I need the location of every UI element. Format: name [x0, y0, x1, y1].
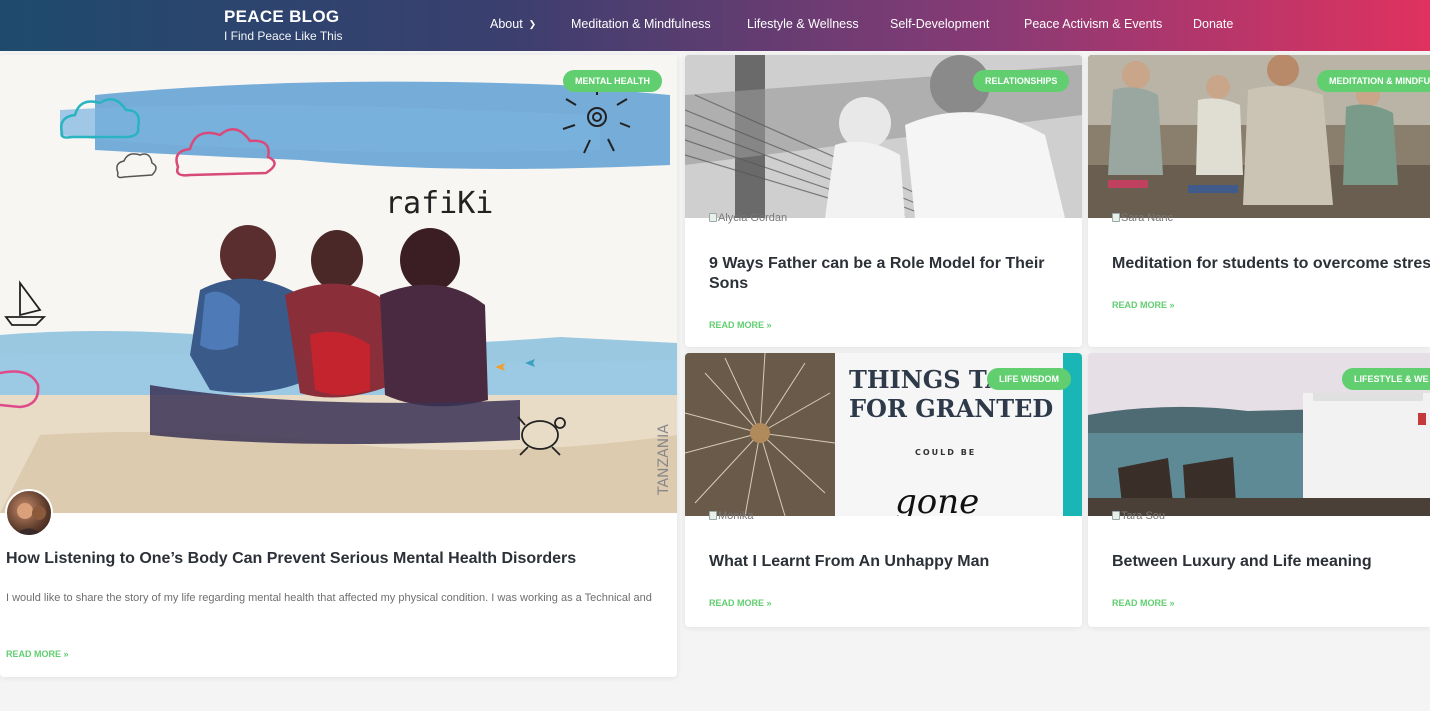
- category-badge[interactable]: LIFESTYLE & WE: [1342, 368, 1430, 390]
- nav-item-about[interactable]: About ❯: [490, 17, 536, 31]
- nav-item-label: About: [490, 17, 523, 31]
- category-badge[interactable]: MENTAL HEALTH: [563, 70, 662, 92]
- nav-item-lifestyle[interactable]: Lifestyle & Wellness: [747, 17, 859, 31]
- post-title[interactable]: 9 Ways Father can be a Role Model for Th…: [709, 254, 1059, 294]
- read-more-link[interactable]: READ MORE »: [709, 320, 772, 330]
- post-card[interactable]: LIFESTYLE & WE Tara Sou Between Luxury a…: [1088, 353, 1430, 627]
- illustration-side-text: TANZANIA: [656, 424, 672, 496]
- featured-illustration: rafiKi TANZANIA: [0, 81, 677, 513]
- nav-item-meditation[interactable]: Meditation & Mindfulness: [571, 17, 711, 31]
- nav-item-donate[interactable]: Donate: [1193, 17, 1233, 31]
- author-alt-text: Alycia Gordan: [718, 212, 788, 224]
- author-alt-text: Sara Nanc: [1121, 212, 1173, 224]
- post-title[interactable]: Between Luxury and Life meaning: [1112, 552, 1422, 572]
- image-text-line4: gone: [895, 482, 979, 516]
- post-title[interactable]: What I Learnt From An Unhappy Man: [709, 552, 1059, 572]
- post-card[interactable]: RELATIONSHIPS Alycia Gordan 9 Ways Fathe…: [685, 55, 1082, 347]
- site-tagline: I Find Peace Like This: [224, 29, 343, 43]
- post-excerpt: I would like to share the story of my li…: [6, 592, 652, 604]
- broken-image-icon: [709, 511, 717, 520]
- author-avatar[interactable]: Tara Sou: [1112, 510, 1165, 522]
- nav-item-peace-activism[interactable]: Peace Activism & Events: [1024, 17, 1162, 31]
- site-title[interactable]: PEACE BLOG: [224, 7, 343, 27]
- category-badge[interactable]: MEDITATION & MINDFU: [1317, 70, 1430, 92]
- post-title[interactable]: Meditation for students to overcome stre…: [1112, 254, 1430, 274]
- post-card[interactable]: MEDITATION & MINDFU Sara Nanc Meditation…: [1088, 55, 1430, 347]
- author-alt-text: Tara Sou: [1121, 510, 1166, 522]
- category-badge[interactable]: LIFE WISDOM: [987, 368, 1071, 390]
- author-avatar[interactable]: Sara Nanc: [1112, 212, 1173, 224]
- category-badge[interactable]: RELATIONSHIPS: [973, 70, 1070, 92]
- image-text-line2: FOR GRANTED: [849, 394, 1053, 423]
- brand[interactable]: PEACE BLOG I Find Peace Like This: [224, 7, 343, 43]
- site-header: PEACE BLOG I Find Peace Like This About ❯…: [0, 0, 1430, 51]
- featured-post-image[interactable]: rafiKi TANZANIA: [0, 55, 677, 513]
- read-more-link[interactable]: READ MORE »: [1112, 300, 1175, 310]
- image-text-line1: THINGS TA: [849, 365, 1004, 394]
- read-more-link[interactable]: READ MORE »: [709, 598, 772, 608]
- broken-image-icon: [1112, 511, 1120, 520]
- illustration-text: rafiKi: [385, 186, 493, 221]
- avatar[interactable]: [5, 489, 53, 537]
- post-card[interactable]: THINGS TA FOR GRANTED COULD BE gone LIFE…: [685, 353, 1082, 627]
- read-more-link[interactable]: READ MORE »: [6, 649, 69, 659]
- image-text-line3: COULD BE: [915, 448, 976, 457]
- post-title[interactable]: How Listening to One’s Body Can Prevent …: [6, 549, 666, 569]
- author-avatar[interactable]: Monika: [709, 510, 753, 522]
- author-alt-text: Monika: [718, 510, 754, 522]
- avatar-photo: [14, 503, 46, 535]
- featured-post-card[interactable]: rafiKi TANZANIA MENTAL HEALTH How Listen…: [0, 55, 677, 677]
- broken-image-icon: [709, 213, 717, 222]
- author-avatar[interactable]: Alycia Gordan: [709, 212, 787, 224]
- nav-item-self-development[interactable]: Self-Development: [890, 17, 989, 31]
- read-more-link[interactable]: READ MORE »: [1112, 598, 1175, 608]
- chevron-down-icon: ❯: [528, 19, 537, 29]
- broken-image-icon: [1112, 213, 1120, 222]
